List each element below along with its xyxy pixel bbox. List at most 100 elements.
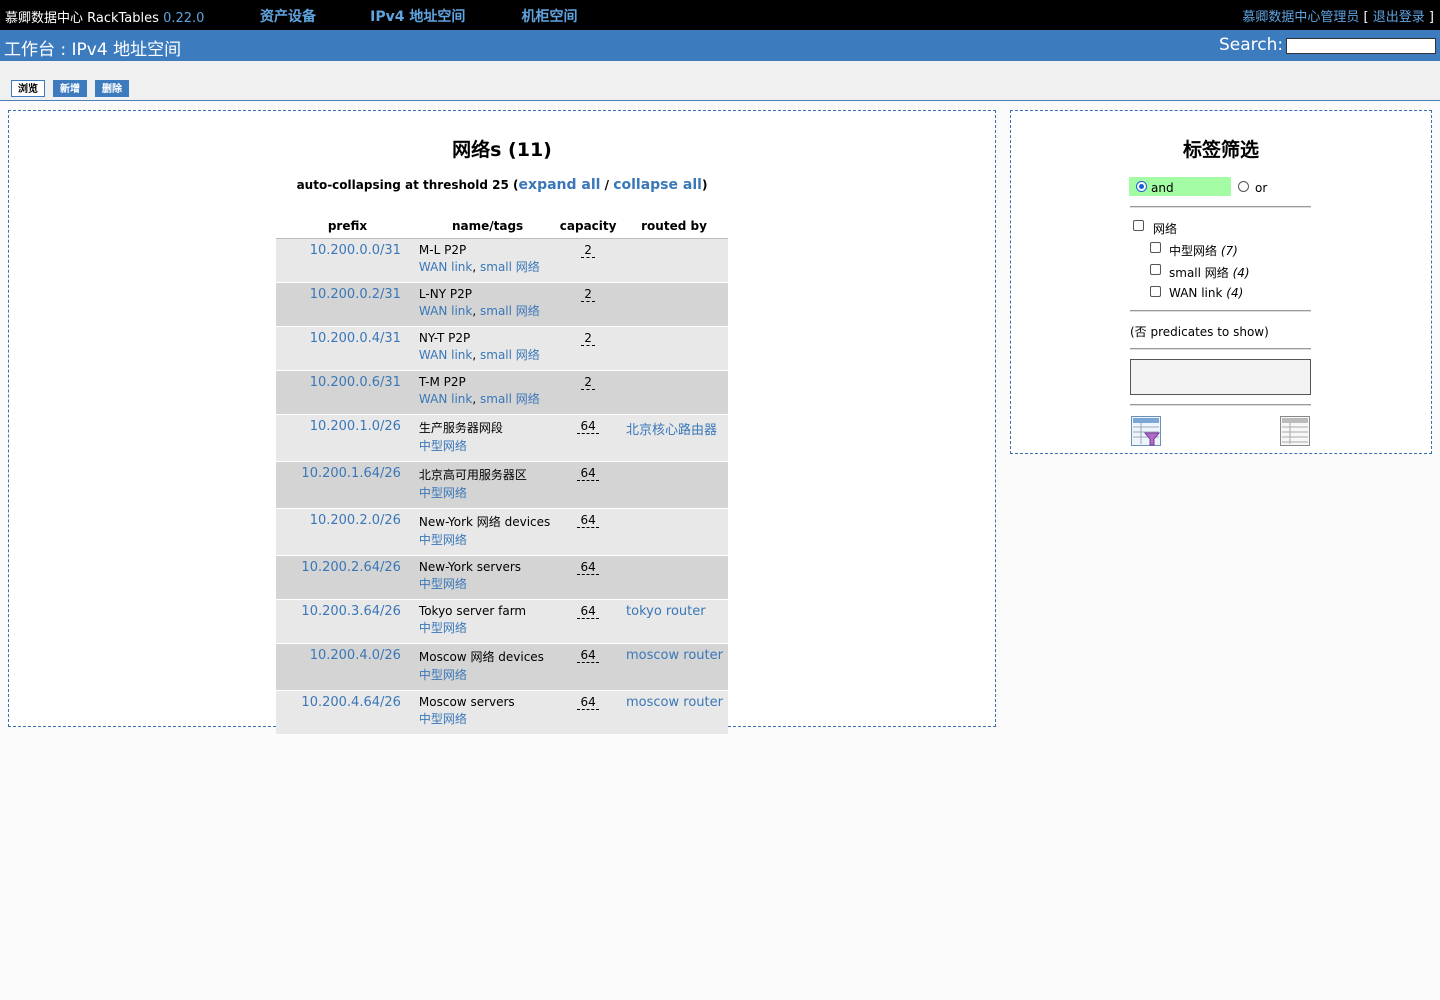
- capacity-value[interactable]: 64: [577, 695, 599, 710]
- networks-panel: 网络s (11) auto-collapsing at threshold 25…: [8, 110, 996, 735]
- predicate-textarea[interactable]: [1130, 359, 1311, 395]
- username-link[interactable]: 慕卿数据中心管理员: [1242, 10, 1359, 25]
- capacity-value[interactable]: 2: [581, 243, 595, 258]
- prefix-link[interactable]: 10.200.0.0/31: [310, 243, 401, 258]
- capacity-value[interactable]: 64: [577, 648, 599, 663]
- tag-link[interactable]: 中型网络: [419, 533, 467, 547]
- root-tag-checkbox[interactable]: [1133, 220, 1144, 231]
- name-cell: M-L P2P WAN link, small 网络: [418, 238, 557, 283]
- capacity-cell: 64: [556, 599, 621, 644]
- tag-link[interactable]: WAN link: [419, 304, 472, 318]
- logout-link[interactable]: 退出登录: [1373, 10, 1425, 25]
- tab-delete[interactable]: 删除: [95, 80, 129, 97]
- nav-rackspace[interactable]: 机柜空间: [522, 9, 578, 25]
- subtag-checkbox[interactable]: [1150, 242, 1161, 253]
- tag-link[interactable]: small 网络: [480, 304, 540, 318]
- prefix-cell: 10.200.0.6/31: [276, 370, 419, 415]
- page-title: 工作台 : IPv4 地址空间: [4, 40, 182, 60]
- tag-link[interactable]: WAN link: [419, 260, 472, 274]
- capacity-cell: 2: [556, 238, 621, 283]
- network-name: L-NY P2P: [418, 287, 472, 301]
- table-row: 10.200.0.6/31 T-M P2P WAN link, small 网络 …: [276, 370, 728, 415]
- tag-link[interactable]: WAN link: [419, 348, 472, 362]
- capacity-value[interactable]: 64: [577, 419, 599, 434]
- prefix-link[interactable]: 10.200.1.0/26: [310, 419, 401, 434]
- prefix-link[interactable]: 10.200.1.64/26: [301, 466, 401, 481]
- col-capacity: capacity: [556, 214, 621, 239]
- tag-link[interactable]: small 网络: [480, 348, 540, 362]
- capacity-cell: 64: [556, 508, 621, 556]
- capacity-cell: 2: [556, 282, 621, 327]
- prefix-link[interactable]: 10.200.4.64/26: [301, 695, 401, 710]
- collapse-slash: /: [600, 178, 614, 192]
- capacity-cell: 64: [556, 690, 621, 735]
- subtag-name: small 网络: [1169, 266, 1229, 280]
- tag-link[interactable]: 中型网络: [419, 439, 467, 453]
- prefix-link[interactable]: 10.200.4.0/26: [310, 648, 401, 663]
- nav-assets[interactable]: 资产设备: [260, 9, 316, 25]
- subtag-label: small 网络 (4): [1169, 264, 1250, 281]
- tag-link[interactable]: WAN link: [419, 392, 472, 406]
- routed-by-cell: [620, 555, 728, 600]
- tab-bar: 浏览 新增 删除: [0, 61, 1440, 101]
- reset-filter-icon[interactable]: [1280, 416, 1310, 446]
- table-row: 10.200.4.64/26 Moscow servers 中型网络 64 mos…: [276, 690, 728, 735]
- router-link[interactable]: moscow router: [626, 695, 723, 710]
- apply-filter-icon[interactable]: [1131, 416, 1161, 446]
- subtag-checkbox[interactable]: [1150, 286, 1161, 297]
- table-row: 10.200.3.64/26 Tokyo server farm 中型网络 64 …: [276, 599, 728, 644]
- tab-browse[interactable]: 浏览: [11, 80, 45, 97]
- capacity-value[interactable]: 64: [577, 604, 599, 619]
- top-bar: 慕卿数据中心 RackTables 0.22.0 资产设备 IPv4 地址空间 …: [0, 0, 1440, 30]
- app-version[interactable]: 0.22.0: [163, 11, 204, 26]
- page-header: 工作台 : IPv4 地址空间 Search:: [0, 30, 1440, 61]
- capacity-value[interactable]: 64: [577, 513, 599, 528]
- expand-all-link[interactable]: expand all: [519, 177, 601, 193]
- network-name: New-York servers: [418, 560, 522, 574]
- prefix-link[interactable]: 10.200.3.64/26: [301, 604, 401, 619]
- tag-link[interactable]: 中型网络: [419, 486, 467, 500]
- tag-list: WAN link, small 网络: [418, 304, 540, 318]
- collapse-prefix-text: auto-collapsing at threshold 25 (: [296, 178, 519, 192]
- prefix-cell: 10.200.3.64/26: [276, 599, 419, 644]
- divider: [1130, 404, 1311, 406]
- prefix-link[interactable]: 10.200.0.4/31: [310, 331, 401, 346]
- prefix-cell: 10.200.2.64/26: [276, 555, 419, 600]
- capacity-value[interactable]: 2: [581, 375, 595, 390]
- capacity-cell: 64: [556, 555, 621, 600]
- divider: [1130, 348, 1311, 350]
- subtag-count: (7): [1220, 244, 1238, 258]
- nav-ipv4-space[interactable]: IPv4 地址空间: [370, 9, 465, 25]
- and-radio[interactable]: [1136, 181, 1147, 192]
- tag-list: 中型网络: [419, 710, 556, 727]
- prefix-link[interactable]: 10.200.2.0/26: [310, 513, 401, 528]
- bracket-close: ]: [1428, 10, 1434, 25]
- search-input[interactable]: [1286, 38, 1436, 54]
- divider: [1130, 310, 1311, 312]
- tag-list: 中型网络: [419, 666, 556, 683]
- network-name: Moscow servers: [418, 695, 515, 709]
- or-radio[interactable]: [1238, 181, 1249, 192]
- network-name: T-M P2P: [418, 375, 466, 389]
- tag-link[interactable]: 中型网络: [419, 668, 467, 682]
- tag-link[interactable]: 中型网络: [419, 621, 467, 635]
- tag-link[interactable]: 中型网络: [419, 712, 467, 726]
- prefix-link[interactable]: 10.200.0.2/31: [310, 287, 401, 302]
- capacity-value[interactable]: 64: [577, 560, 599, 575]
- prefix-cell: 10.200.0.4/31: [276, 326, 419, 371]
- router-link[interactable]: 北京核心路由器: [626, 423, 717, 438]
- prefix-link[interactable]: 10.200.2.64/26: [301, 560, 401, 575]
- router-link[interactable]: tokyo router: [626, 604, 706, 619]
- collapse-all-link[interactable]: collapse all: [613, 177, 702, 193]
- tab-add[interactable]: 新增: [53, 80, 87, 97]
- tag-link[interactable]: small 网络: [480, 260, 540, 274]
- capacity-value[interactable]: 64: [577, 466, 599, 481]
- prefix-link[interactable]: 10.200.0.6/31: [310, 375, 401, 390]
- capacity-value[interactable]: 2: [581, 331, 595, 346]
- capacity-value[interactable]: 2: [581, 287, 595, 302]
- router-link[interactable]: moscow router: [626, 648, 723, 663]
- subtag-checkbox[interactable]: [1150, 264, 1161, 275]
- subtag-name: 中型网络: [1169, 244, 1218, 258]
- tag-link[interactable]: 中型网络: [419, 577, 467, 591]
- tag-link[interactable]: small 网络: [480, 392, 540, 406]
